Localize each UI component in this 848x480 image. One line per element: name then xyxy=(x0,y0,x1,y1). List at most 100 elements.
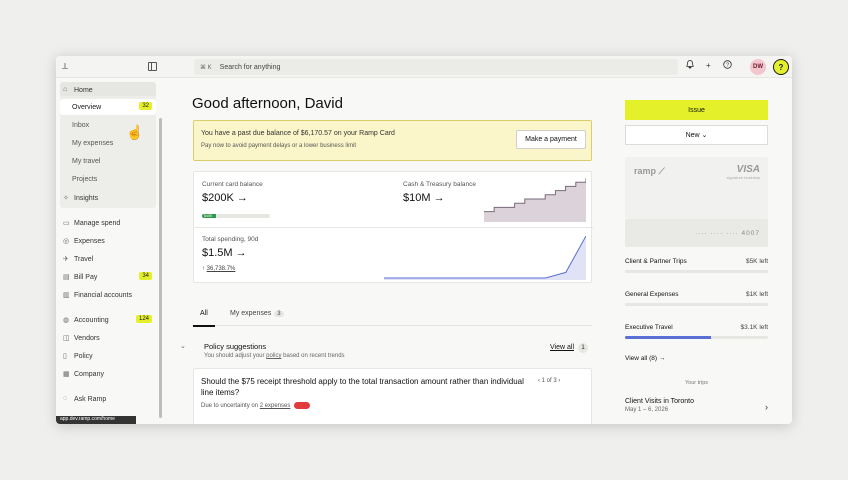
card-balance-progress-label: $40K xyxy=(204,214,213,218)
balances-card: Current card balance $200K → $40K Cash &… xyxy=(193,171,593,283)
policy-link[interactable]: policy xyxy=(266,353,281,359)
help-circle-icon[interactable]: ? xyxy=(722,60,732,71)
bill-icon: ▤ xyxy=(63,274,70,281)
receipt-icon: ◎ xyxy=(63,238,70,245)
limit-general-expenses[interactable]: General Expenses $1K left xyxy=(625,291,768,307)
new-button[interactable]: New ⌄ xyxy=(625,125,768,145)
feed-tabs: All My expenses 3 xyxy=(192,306,592,327)
bank-icon: ▥ xyxy=(63,292,70,299)
chevron-down-icon[interactable]: ⌄ xyxy=(180,342,186,350)
series-area xyxy=(384,236,586,280)
ramp-card-logo: ramp ⟋ xyxy=(634,166,665,176)
sidebar-item-manage-spend[interactable]: ▭ Manage spend xyxy=(60,215,156,231)
series-line xyxy=(384,235,586,279)
sidebar-item-company[interactable]: ▦ Company xyxy=(60,366,156,382)
chevron-right-icon: › xyxy=(765,402,768,412)
total-spending-value[interactable]: $1.5M → xyxy=(202,247,247,259)
suggestion-pager[interactable]: ‹ 1 of 3 › xyxy=(538,378,560,384)
ledger-icon: ◍ xyxy=(63,317,70,324)
sidebar-item-accounting[interactable]: ◍ Accounting 124 xyxy=(60,312,156,328)
limit-bar xyxy=(625,303,768,306)
sidebar-item-expenses[interactable]: ◎ Expenses xyxy=(60,233,156,249)
sidebar-item-my-travel[interactable]: My travel xyxy=(60,153,156,169)
plus-icon[interactable]: + xyxy=(706,61,711,70)
ramp-logo-icon[interactable]: ⟂ xyxy=(62,61,68,72)
store-icon: ◫ xyxy=(63,335,70,342)
shortcut-hint: ⌘ K xyxy=(200,64,212,71)
page-title: Good afternoon, David xyxy=(192,95,343,112)
sidebar-scrollbar[interactable] xyxy=(159,118,162,418)
policy-view-all-link[interactable]: View all xyxy=(550,344,574,351)
treasury-trend-chart xyxy=(484,178,586,222)
collapse-sidebar-icon[interactable] xyxy=(148,62,157,71)
total-spending-label: Total spending, 90d xyxy=(202,236,259,243)
sidebar-item-financial-accounts[interactable]: ▥ Financial accounts xyxy=(60,287,156,303)
sidebar-item-insights[interactable]: ✧ Insights xyxy=(60,190,156,206)
alert-message: You have a past due balance of $6,170.57… xyxy=(201,130,395,137)
building-icon: ▦ xyxy=(63,371,70,378)
receipt-flag-icon xyxy=(294,402,311,409)
card-balance-value[interactable]: $200K → xyxy=(202,192,248,204)
trip-item[interactable]: Client Visits in Toronto May 1 – 6, 2026… xyxy=(625,398,768,413)
bill-pay-count-badge: 34 xyxy=(139,272,152,280)
sidebar-item-bill-pay[interactable]: ▤ Bill Pay 34 xyxy=(60,269,156,285)
suggestion-question: Should the $75 receipt threshold apply t… xyxy=(201,377,524,397)
visa-tier: signature business xyxy=(726,175,760,180)
top-bar: ⟂ ⌘ K Search for anything + ? DW xyxy=(56,56,792,78)
accounting-count-badge: 124 xyxy=(135,315,152,323)
bell-icon[interactable] xyxy=(686,60,694,71)
trip-name: Client Visits in Toronto xyxy=(625,398,694,405)
card-balance-label: Current card balance xyxy=(202,181,263,188)
sidebar-item-projects[interactable]: Projects xyxy=(60,171,156,187)
spending-change-value[interactable]: 36,738.7% xyxy=(207,266,236,272)
sidebar-item-policy[interactable]: ▯ Policy xyxy=(60,348,156,364)
limit-bar xyxy=(625,270,768,273)
visa-logo: VISA xyxy=(736,164,760,175)
alert-detail: Pay now to avoid payment delays or a low… xyxy=(201,143,357,149)
plane-icon: ✈ xyxy=(63,256,69,263)
overview-count-badge: 32 xyxy=(139,102,152,110)
policy-view-all-count: 1 xyxy=(578,343,588,353)
view-all-limits-link[interactable]: View all (8) → xyxy=(625,355,665,362)
policy-suggestions-title: Policy suggestions xyxy=(204,342,267,351)
spending-trend-chart xyxy=(384,235,586,280)
expenses-link[interactable]: 2 expenses xyxy=(260,403,291,409)
sidebar-item-vendors[interactable]: ◫ Vendors xyxy=(60,330,156,346)
policy-suggestions-subtitle: You should adjust your policy based on r… xyxy=(204,353,345,359)
suggestion-reason: Due to uncertainty on 2 expenses xyxy=(201,402,311,409)
home-icon: ⌂ xyxy=(63,86,68,93)
avatar[interactable]: DW xyxy=(750,59,766,75)
past-due-alert: You have a past due balance of $6,170.57… xyxy=(193,120,592,161)
sidebar-item-travel[interactable]: ✈ Travel xyxy=(60,251,156,267)
limit-executive-travel[interactable]: Executive Travel $3.1K left xyxy=(625,324,768,340)
card-icon: ▭ xyxy=(63,220,70,227)
tab-my-expenses[interactable]: My expenses 3 xyxy=(230,310,284,317)
mouse-pointer-icon: ☝ xyxy=(126,124,144,140)
card-divider xyxy=(194,227,593,228)
sidebar-item-overview[interactable]: Overview 32 xyxy=(60,99,156,115)
limit-client-partner-trips[interactable]: Client & Partner Trips $5K left xyxy=(625,258,768,274)
treasury-balance-label: Cash & Treasury balance xyxy=(403,181,476,188)
sparkle-icon: ✧ xyxy=(63,195,69,202)
sidebar: ⌂ Home Overview 32 Inbox My expenses My … xyxy=(56,78,162,424)
make-payment-button[interactable]: Make a payment xyxy=(516,130,586,149)
series-area xyxy=(484,178,586,222)
your-trips-heading: Your trips xyxy=(684,380,709,386)
active-tab-indicator xyxy=(193,325,215,327)
my-expenses-count: 3 xyxy=(274,311,284,317)
treasury-balance-value[interactable]: $10M → xyxy=(403,192,445,204)
sidebar-item-ask-ramp[interactable]: ◌ Ask Ramp xyxy=(60,391,156,407)
card-balance-progress xyxy=(202,214,270,218)
trip-dates: May 1 – 6, 2026 xyxy=(625,407,669,413)
issue-button[interactable]: Issue xyxy=(625,100,768,120)
document-icon: ▯ xyxy=(63,353,67,360)
search-placeholder: Search for anything xyxy=(219,63,281,71)
chat-icon: ◌ xyxy=(63,395,68,402)
search-input[interactable]: ⌘ K Search for anything xyxy=(194,59,678,75)
limit-bar xyxy=(625,336,768,339)
tab-all[interactable]: All xyxy=(200,310,208,317)
card-number: ···· ···· ···· 4007 xyxy=(625,219,768,247)
suggestion-card: Should the $75 receipt threshold apply t… xyxy=(193,368,592,424)
link-url-tooltip: app.dev.ramp.com/home xyxy=(56,416,136,424)
help-assistant-icon[interactable]: ? xyxy=(773,59,789,75)
